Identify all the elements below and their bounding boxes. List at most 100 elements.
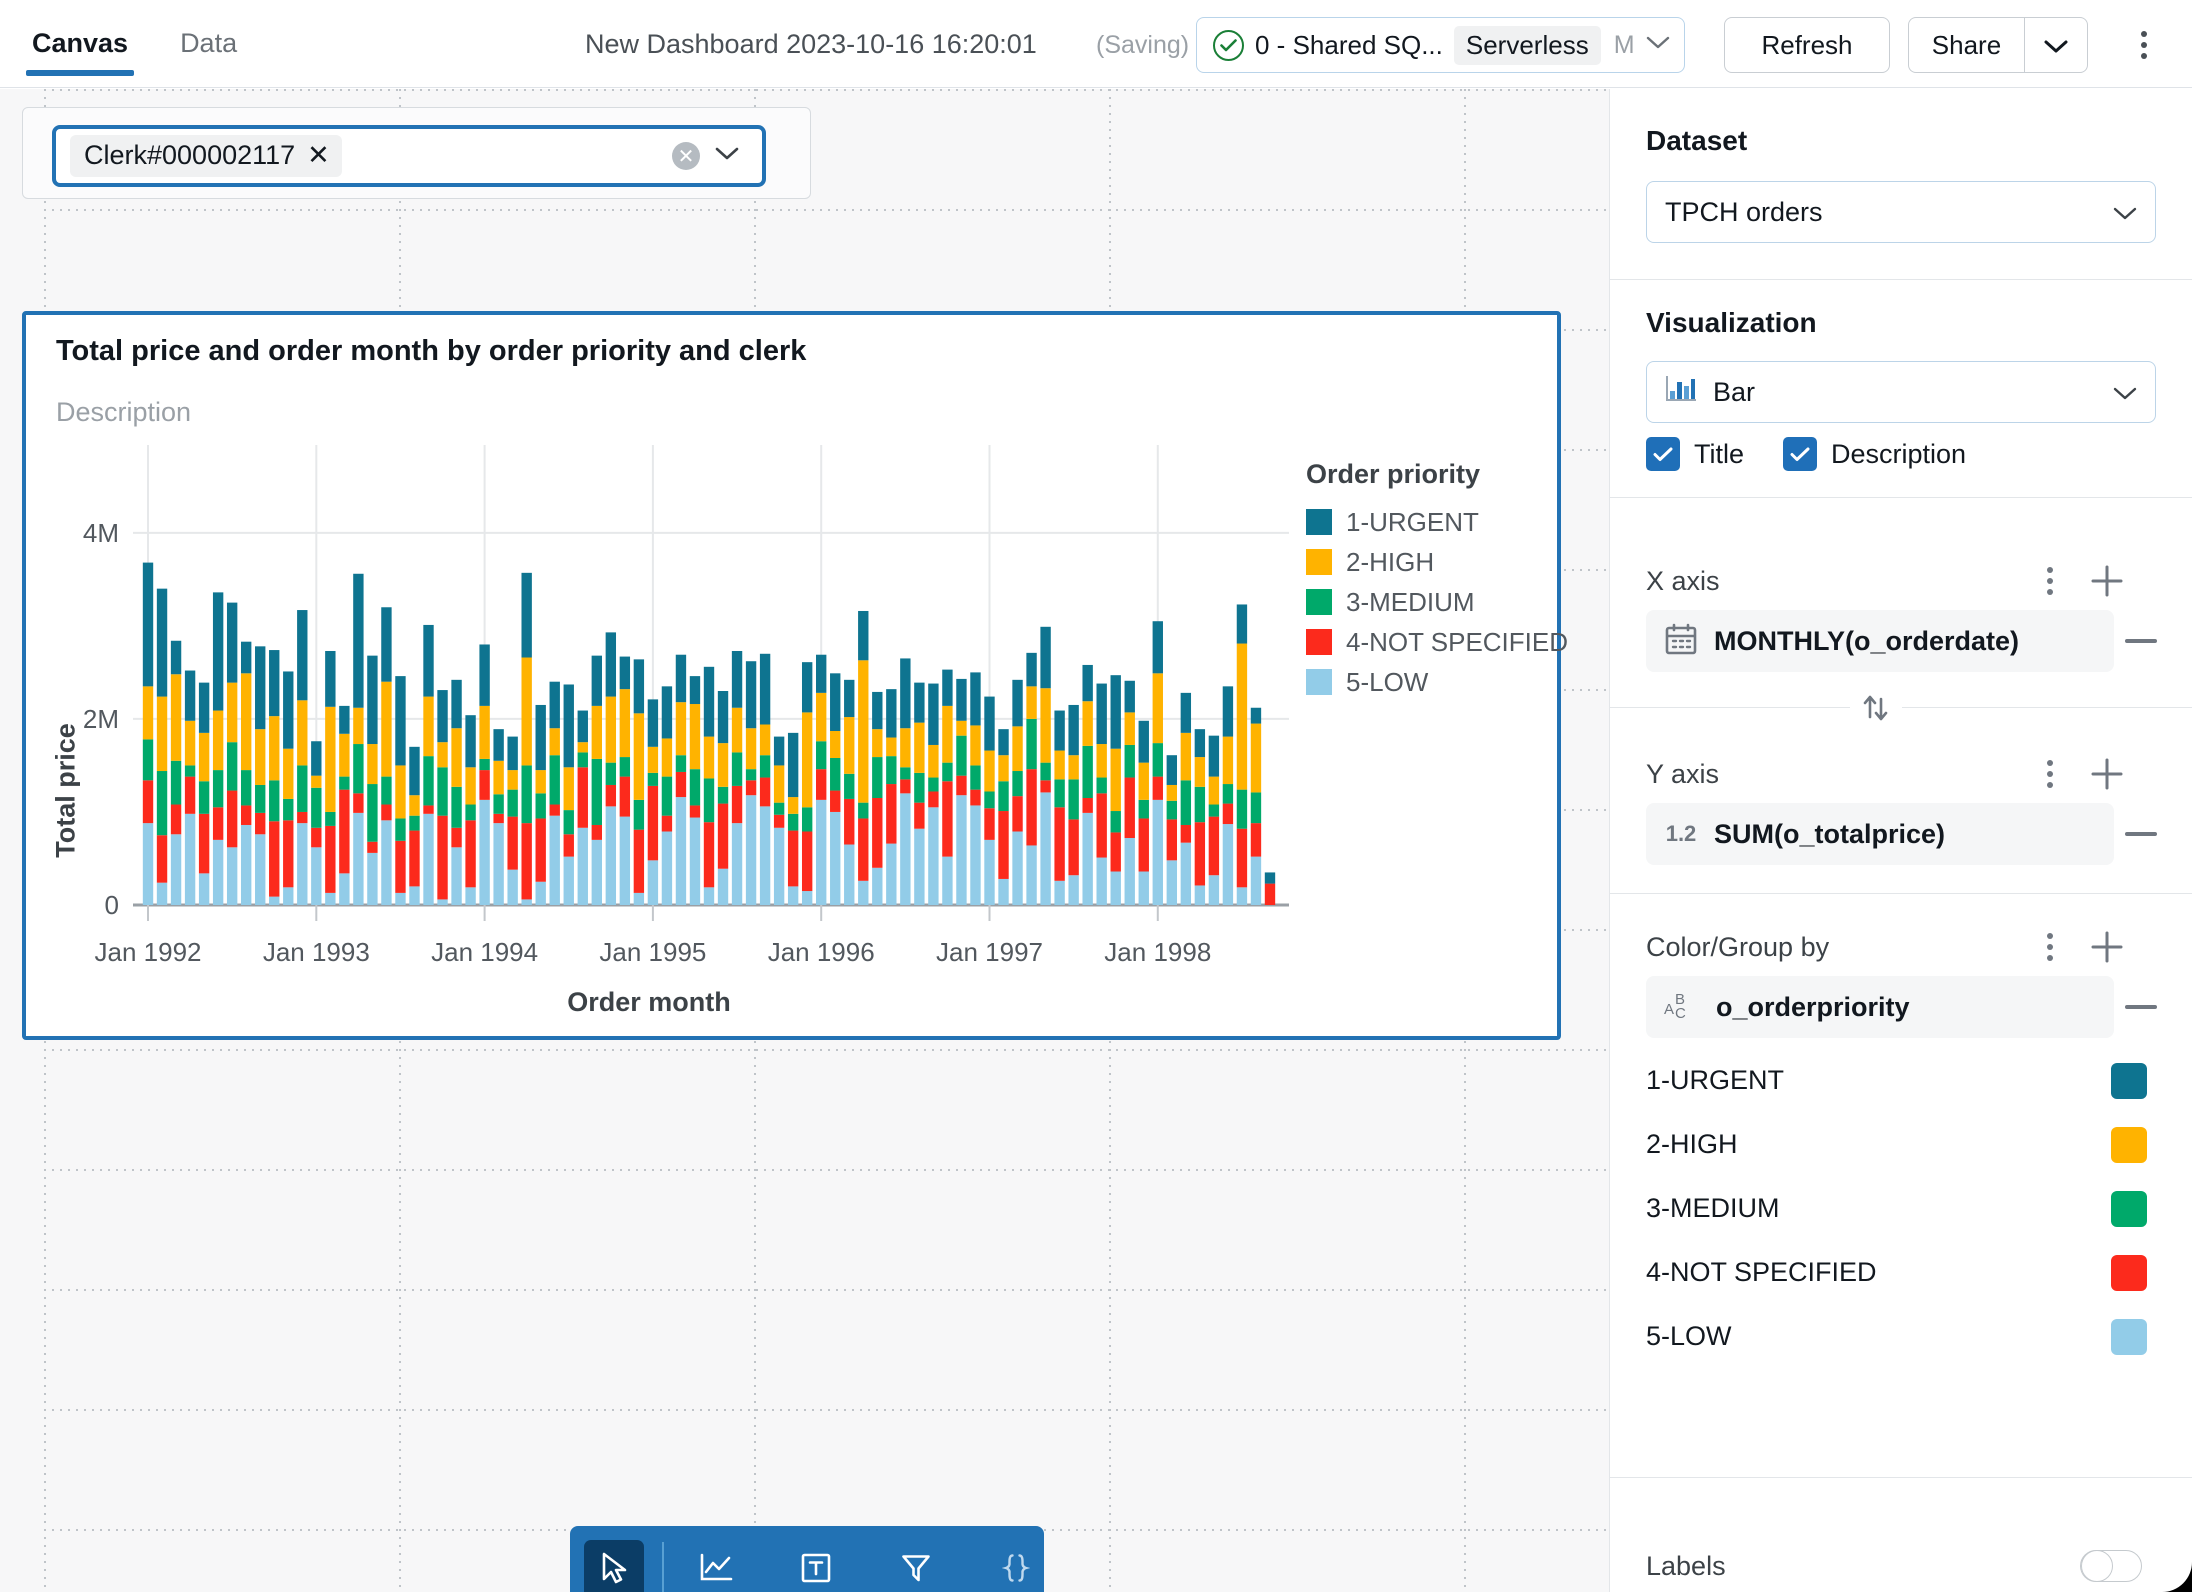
bar-segment[interactable] [942, 781, 952, 856]
bar-segment[interactable] [339, 706, 349, 734]
bar-segment[interactable] [1125, 778, 1135, 838]
bar-segment[interactable] [213, 770, 223, 807]
bar-segment[interactable] [1237, 829, 1247, 888]
bar-segment[interactable] [1097, 778, 1107, 794]
bar-segment[interactable] [746, 728, 756, 769]
bar-segment[interactable] [1237, 644, 1247, 790]
description-checkbox[interactable] [1783, 437, 1817, 471]
cluster-selector[interactable]: 0 - Shared SQ... Serverless M [1196, 17, 1685, 73]
bar-segment[interactable] [690, 805, 700, 817]
bar-stack[interactable] [339, 706, 349, 905]
bar-segment[interactable] [171, 805, 181, 835]
code-tool[interactable] [986, 1540, 1046, 1592]
bar-segment[interactable] [311, 828, 321, 848]
bar-segment[interactable] [998, 811, 1008, 879]
bar-stack[interactable] [1012, 680, 1022, 905]
bar-segment[interactable] [1040, 688, 1050, 762]
bar-segment[interactable] [171, 674, 181, 761]
bar-segment[interactable] [1026, 719, 1036, 769]
bar-segment[interactable] [732, 786, 742, 823]
bar-segment[interactable] [1068, 819, 1078, 875]
bar-segment[interactable] [718, 743, 728, 787]
bar-segment[interactable] [872, 868, 882, 905]
bar-segment[interactable] [774, 737, 784, 766]
bar-segment[interactable] [199, 733, 209, 781]
bar-segment[interactable] [900, 767, 910, 779]
bar-stack[interactable] [1237, 604, 1247, 905]
bar-segment[interactable] [1265, 884, 1275, 905]
bar-segment[interactable] [578, 752, 588, 767]
bar-segment[interactable] [984, 697, 994, 751]
bar-segment[interactable] [171, 761, 181, 805]
bar-segment[interactable] [746, 769, 756, 780]
bar-segment[interactable] [788, 733, 798, 797]
bar-segment[interactable] [858, 818, 868, 880]
bar-segment[interactable] [1209, 875, 1219, 905]
bar-segment[interactable] [592, 840, 602, 905]
bar-segment[interactable] [353, 813, 363, 905]
color-group-field-pill[interactable]: A B C o_orderpriority [1646, 976, 2114, 1038]
bar-segment[interactable] [269, 897, 279, 905]
bar-segment[interactable] [255, 834, 265, 905]
bar-segment[interactable] [381, 820, 391, 905]
bar-segment[interactable] [143, 563, 153, 687]
bar-segment[interactable] [830, 758, 840, 791]
bar-segment[interactable] [1181, 733, 1191, 780]
legend-item[interactable]: 5-LOW [1306, 662, 1568, 702]
bar-segment[interactable] [1125, 838, 1135, 905]
bar-stack[interactable] [171, 641, 181, 905]
bar-segment[interactable] [409, 795, 419, 815]
bar-segment[interactable] [437, 899, 447, 905]
kebab-menu-icon[interactable] [2124, 25, 2164, 65]
bar-segment[interactable] [900, 658, 910, 728]
bar-segment[interactable] [297, 823, 307, 905]
bar-stack[interactable] [872, 692, 882, 905]
bar-segment[interactable] [998, 729, 1008, 755]
bar-segment[interactable] [690, 769, 700, 805]
bar-segment[interactable] [550, 728, 560, 755]
bar-stack[interactable] [802, 662, 812, 905]
bar-segment[interactable] [353, 574, 363, 708]
bar-segment[interactable] [1111, 872, 1121, 905]
bar-segment[interactable] [676, 772, 686, 797]
bar-segment[interactable] [1251, 792, 1261, 823]
bar-segment[interactable] [297, 700, 307, 765]
bar-segment[interactable] [634, 800, 644, 830]
bar-segment[interactable] [1012, 831, 1022, 905]
y-axis-field-pill[interactable]: 1.2 SUM(o_totalprice) [1646, 803, 2114, 865]
bar-segment[interactable] [1195, 729, 1205, 757]
bar-segment[interactable] [269, 716, 279, 780]
bar-stack[interactable] [325, 651, 335, 905]
bar-stack[interactable] [676, 655, 686, 905]
bar-segment[interactable] [423, 697, 433, 757]
bar-segment[interactable] [185, 814, 195, 905]
bar-segment[interactable] [1223, 686, 1233, 736]
bar-segment[interactable] [1054, 807, 1064, 881]
bar-segment[interactable] [858, 611, 868, 660]
bar-segment[interactable] [1223, 824, 1233, 905]
bar-stack[interactable] [1139, 721, 1149, 905]
bar-segment[interactable] [606, 763, 616, 785]
bar-segment[interactable] [648, 786, 658, 860]
bar-segment[interactable] [185, 721, 195, 766]
legend-item[interactable]: 4-NOT SPECIFIED [1306, 622, 1568, 662]
bar-segment[interactable] [521, 823, 531, 899]
bar-segment[interactable] [956, 795, 966, 905]
bar-segment[interactable] [241, 770, 251, 805]
bar-segment[interactable] [507, 817, 517, 870]
bar-stack[interactable] [998, 729, 1008, 905]
bar-segment[interactable] [676, 797, 686, 905]
bar-segment[interactable] [816, 741, 826, 769]
bar-segment[interactable] [381, 682, 391, 777]
bar-segment[interactable] [493, 729, 503, 761]
bar-segment[interactable] [1209, 817, 1219, 876]
text-tool[interactable] [786, 1540, 846, 1592]
bar-segment[interactable] [872, 757, 882, 798]
bar-segment[interactable] [662, 686, 672, 738]
visualization-select[interactable]: Bar [1646, 361, 2156, 423]
bar-segment[interactable] [367, 744, 377, 784]
bar-segment[interactable] [774, 828, 784, 905]
bar-segment[interactable] [760, 755, 770, 777]
bar-segment[interactable] [536, 818, 546, 881]
bar-segment[interactable] [437, 742, 447, 767]
